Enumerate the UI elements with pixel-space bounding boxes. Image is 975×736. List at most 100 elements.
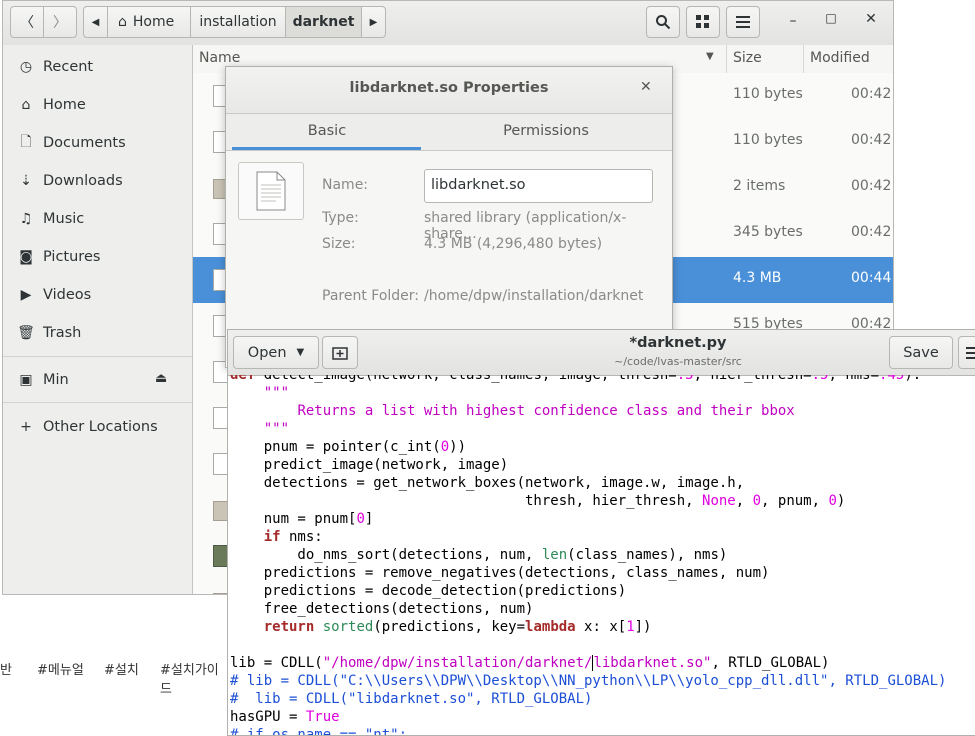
path-installation-button[interactable]: installation [190,6,286,38]
tag-item[interactable]: 반 [0,659,12,678]
sidebar-item-pictures[interactable]: ◙ Pictures [3,238,192,276]
sidebar-divider [3,402,192,403]
parent-folder-value: /home/dpw/installation/darknet [424,288,644,304]
code-line: do_nms_sort(detections, num, len(class_n… [230,547,728,563]
file-modified: 00:42 [851,86,892,102]
home-icon: ⌂ [118,14,127,30]
open-button[interactable]: Open ▼ [233,336,319,369]
gedit-menu-button[interactable] [958,336,975,369]
file-size: 4.3 MB [733,270,782,286]
sidebar-item-videos[interactable]: ▶ Videos [3,276,192,314]
code-editor[interactable]: def detect_image(network, class_names, i… [228,375,975,736]
path-scroll-left[interactable]: ◀ [83,6,108,38]
home-icon: ⌂ [21,97,31,113]
dialog-tabs: Basic Permissions [226,114,672,151]
dialog-title: libdarknet.so Properties [349,80,549,96]
column-size[interactable]: Size [733,50,762,66]
new-tab-button[interactable] [322,336,358,369]
maximize-button[interactable]: □ [821,11,841,31]
code-line: # lib = CDLL("libdarknet.so", RTLD_GLOBA… [230,691,593,707]
file-modified: 00:42 [851,224,892,240]
code-line: lib = CDLL("/home/dpw/installation/darkn… [230,655,830,671]
open-label: Open [247,344,287,361]
tab-active-indicator [232,147,421,150]
file-size: 110 bytes [733,132,803,148]
new-document-icon [332,346,348,360]
sidebar-item-other-locations[interactable]: + Other Locations [3,408,192,446]
tab-permissions-label: Permissions [503,123,589,139]
forward-button[interactable]: 〉 [43,6,77,38]
close-icon: ✕ [865,11,877,27]
name-label: Name: [322,177,369,193]
file-modified: 00:42 [851,178,892,194]
type-label: Type: [322,210,359,226]
back-button[interactable]: 〈 [10,6,44,38]
minimize-icon: – [789,13,797,29]
files-headerbar: 〈 〉 ◀ ⌂ Home installation darknet ▶ – □ ✕ [3,1,893,46]
gedit-window: Open ▼ *darknet.py ~/code/lvas-master/src… [227,329,975,736]
close-button[interactable]: ✕ [861,11,881,31]
file-modified: 00:42 [851,132,892,148]
hamburger-icon [966,346,975,359]
file-size: 110 bytes [733,86,803,102]
size-label: Size: [322,236,356,252]
document-icon: 🗋 [20,134,32,150]
chevron-left-icon: 〈 [20,15,34,31]
sidebar-item-trash[interactable]: 🗑 Trash [3,314,192,352]
chevron-right-icon: 〉 [53,15,67,31]
maximize-icon: □ [825,11,837,25]
file-size: 2 items [733,178,786,194]
trash-icon: 🗑 [17,325,35,341]
sidebar-item-min[interactable]: ▣ Min ⏏ [3,361,192,399]
tab-permissions[interactable]: Permissions [426,114,666,150]
tag-bar: 반 #메뉴얼 #설치 #설치가이드 [0,653,227,697]
tag-item[interactable]: #메뉴얼 [37,659,84,678]
eject-icon[interactable]: ⏏ [155,371,167,386]
close-icon: ✕ [640,79,652,95]
path-scroll-right[interactable]: ▶ [361,6,386,38]
file-modified: 00:44 [851,270,892,286]
document-title: *darknet.py [629,335,727,351]
sidebar-divider [3,356,192,357]
sidebar-item-recent[interactable]: ◷ Recent [3,48,192,86]
path-darknet-button[interactable]: darknet [285,6,362,38]
save-button[interactable]: Save [889,336,953,369]
menu-button[interactable] [726,6,760,38]
code-line: predictions = decode_detection(predictio… [230,583,627,599]
dialog-titlebar: libdarknet.so Properties ✕ [226,67,672,114]
search-button[interactable] [646,6,680,38]
code-line: Returns a list with highest confidence c… [297,403,795,419]
plus-icon: + [20,419,32,435]
video-icon: ▶ [20,287,32,303]
document-path: ~/code/lvas-master/src [614,355,742,368]
tag-item[interactable]: #설치가이드 [160,659,227,697]
file-size: 345 bytes [733,224,803,240]
column-divider [726,45,727,73]
view-grid-button[interactable] [686,6,720,38]
download-icon: ⇣ [20,173,32,189]
document-icon [256,171,286,211]
file-type-icon [238,162,304,220]
path-home-button[interactable]: ⌂ Home [107,6,191,38]
gedit-headerbar: Open ▼ *darknet.py ~/code/lvas-master/src… [228,330,975,376]
code-line: # lib = CDLL("C:\\Users\\DPW\\Desktop\\N… [230,673,947,689]
arrow-left-icon: ◀ [91,16,100,28]
sidebar-item-documents[interactable]: 🗋 Documents [3,124,192,162]
minimize-button[interactable]: – [783,13,803,33]
code-line: if nms: [263,529,323,545]
chevron-down-icon: ▼ [296,347,305,358]
dialog-close-button[interactable]: ✕ [640,79,652,95]
code-line: # if os.name == "nt": [230,727,408,736]
sidebar-item-home[interactable]: ⌂ Home [3,86,192,124]
sidebar-item-music[interactable]: ♫ Music [3,200,192,238]
hamburger-icon [736,16,750,28]
code-line: return sorted(predictions, key=lambda x:… [263,619,652,635]
tab-basic[interactable]: Basic [226,114,422,150]
name-field[interactable]: libdarknet.so [424,169,653,203]
grid-icon [696,15,709,28]
tag-item[interactable]: #설치 [104,659,139,678]
column-name[interactable]: Name [199,50,240,66]
camera-icon: ◙ [19,249,33,265]
sidebar-item-downloads[interactable]: ⇣ Downloads [3,162,192,200]
column-modified[interactable]: Modified [810,50,870,66]
